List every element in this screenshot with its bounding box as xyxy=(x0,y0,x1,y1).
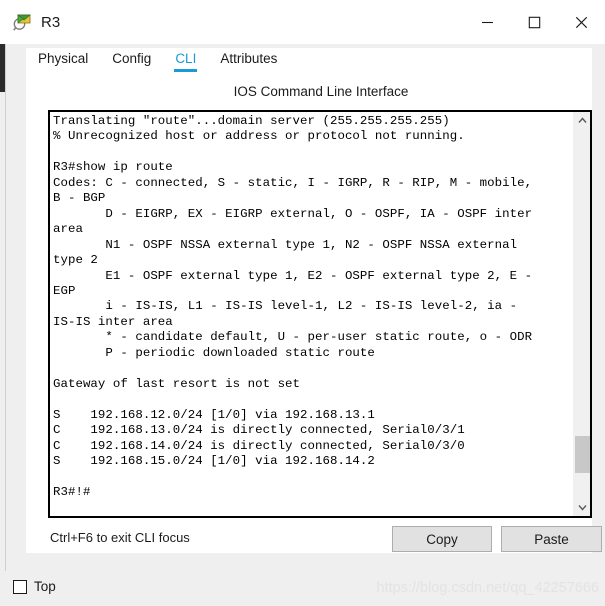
cli-terminal-output[interactable]: Translating "route"...domain server (255… xyxy=(50,112,573,516)
terminal-line: R3#show ip route xyxy=(53,160,173,175)
window-title: R3 xyxy=(41,13,61,31)
scroll-up-button[interactable] xyxy=(574,112,590,129)
panel-footer: Ctrl+F6 to exit CLI focus Copy Paste xyxy=(26,526,602,553)
terminal-line: Translating "route"...domain server (255… xyxy=(53,114,450,128)
maximize-icon xyxy=(528,16,541,28)
terminal-line: type 2 xyxy=(53,253,98,268)
terminal-line: R3#!# xyxy=(53,484,91,499)
terminal-line: B - BGP xyxy=(53,191,106,206)
cli-window: R3 Physical Config CLI Attributes IOS Co… xyxy=(0,0,605,606)
tab-physical[interactable]: Physical xyxy=(26,48,100,74)
terminal-line: i - IS-IS, L1 - IS-IS level-1, L2 - IS-I… xyxy=(53,299,518,314)
left-edge-marker xyxy=(0,44,5,92)
panel-title: IOS Command Line Interface xyxy=(233,84,409,99)
scrollbar-thumb[interactable] xyxy=(575,436,590,473)
terminal-line: S 192.168.15.0/24 [1/0] via 192.168.14.2 xyxy=(53,453,375,468)
maximize-button[interactable] xyxy=(511,0,558,44)
terminal-line: D - EIGRP, EX - EIGRP external, O - OSPF… xyxy=(53,206,533,221)
copy-button[interactable]: Copy xyxy=(392,526,492,552)
tab-cli[interactable]: CLI xyxy=(163,48,208,74)
minimize-button[interactable] xyxy=(464,0,511,44)
top-checkbox[interactable] xyxy=(13,579,27,594)
tab-bar: Physical Config CLI Attributes xyxy=(26,48,592,76)
terminal-line: S 192.168.12.0/24 [1/0] via 192.168.13.1 xyxy=(53,407,375,422)
terminal-scrollbar[interactable] xyxy=(573,112,590,516)
tab-cli-label: CLI xyxy=(175,51,197,66)
tab-attributes-label: Attributes xyxy=(220,51,278,66)
chevron-down-icon xyxy=(578,505,587,511)
cli-terminal-container: Translating "route"...domain server (255… xyxy=(48,110,592,518)
scroll-down-button[interactable] xyxy=(574,499,590,516)
watermark-text: https://blog.csdn.net/qq_42257666 xyxy=(376,580,599,596)
terminal-line: EGP xyxy=(53,283,76,298)
chevron-up-icon xyxy=(578,117,587,123)
terminal-line: area xyxy=(53,222,83,237)
terminal-line: P - periodic downloaded static route xyxy=(53,345,375,360)
tab-config[interactable]: Config xyxy=(100,48,163,74)
title-bar-left: R3 xyxy=(0,12,464,32)
title-bar: R3 xyxy=(0,0,605,44)
bottom-bar: Top https://blog.csdn.net/qq_42257666 xyxy=(0,571,605,606)
device-panel: Physical Config CLI Attributes IOS Comma… xyxy=(26,48,602,553)
tab-config-label: Config xyxy=(112,51,152,66)
close-button[interactable] xyxy=(558,0,605,44)
terminal-line: C 192.168.13.0/24 is directly connected,… xyxy=(53,423,465,438)
terminal-line: Codes: C - connected, S - static, I - IG… xyxy=(53,175,533,190)
close-icon xyxy=(575,16,588,28)
cli-focus-hint: Ctrl+F6 to exit CLI focus xyxy=(50,530,190,545)
terminal-line: * - candidate default, U - per-user stat… xyxy=(53,330,533,345)
window-controls xyxy=(464,0,605,44)
terminal-line: IS-IS inter area xyxy=(53,314,173,329)
tab-physical-label: Physical xyxy=(38,51,89,66)
terminal-line: E1 - OSPF external type 1, E2 - OSPF ext… xyxy=(53,268,533,283)
terminal-line: C 192.168.14.0/24 is directly connected,… xyxy=(53,438,465,453)
tab-attributes[interactable]: Attributes xyxy=(208,48,289,74)
packet-tracer-router-icon xyxy=(13,12,33,32)
window-body: Physical Config CLI Attributes IOS Comma… xyxy=(0,44,605,571)
minimize-icon xyxy=(482,21,493,23)
top-checkbox-label: Top xyxy=(34,579,56,594)
paste-button[interactable]: Paste xyxy=(501,526,602,552)
terminal-line: % Unrecognized host or address or protoc… xyxy=(53,129,465,144)
top-checkbox-row[interactable]: Top xyxy=(13,579,56,594)
left-edge-strip xyxy=(0,44,6,571)
terminal-line: N1 - OSPF NSSA external type 1, N2 - OSP… xyxy=(53,237,518,252)
terminal-line: Gateway of last resort is not set xyxy=(53,376,301,391)
